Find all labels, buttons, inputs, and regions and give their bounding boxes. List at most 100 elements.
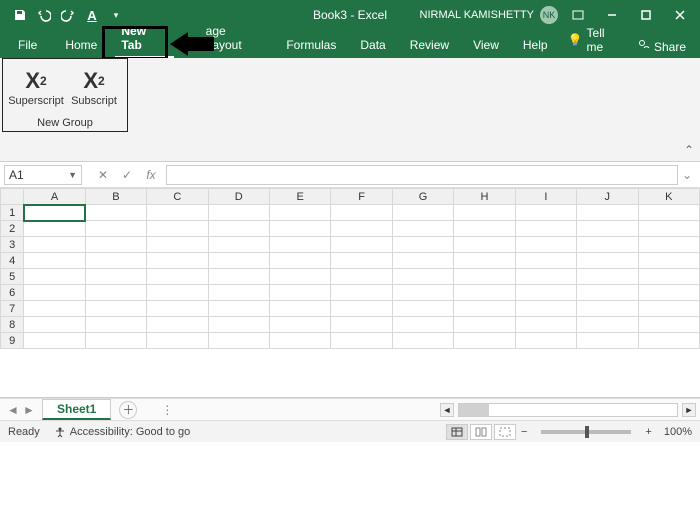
cell[interactable] — [577, 269, 638, 285]
cell[interactable] — [331, 237, 392, 253]
row-header[interactable]: 7 — [1, 301, 24, 317]
cell[interactable] — [454, 285, 515, 301]
cell[interactable] — [392, 205, 453, 221]
column-header[interactable]: E — [269, 189, 330, 205]
save-icon[interactable] — [10, 5, 30, 25]
tell-me[interactable]: 💡 Tell me — [560, 22, 630, 58]
accessibility-status[interactable]: Accessibility: Good to go — [54, 426, 190, 438]
hscroll-right-button[interactable]: ► — [682, 403, 696, 417]
cell[interactable] — [515, 301, 576, 317]
formula-input[interactable] — [166, 165, 678, 185]
cell[interactable] — [85, 333, 146, 349]
column-header[interactable]: J — [577, 189, 638, 205]
cell[interactable] — [147, 237, 208, 253]
cell[interactable] — [454, 317, 515, 333]
hscroll-track[interactable] — [458, 403, 678, 417]
cell[interactable] — [85, 253, 146, 269]
cell[interactable] — [331, 269, 392, 285]
cell[interactable] — [147, 301, 208, 317]
cell[interactable] — [454, 221, 515, 237]
cell[interactable] — [85, 301, 146, 317]
font-color-icon[interactable]: A — [82, 5, 102, 25]
cell[interactable] — [24, 317, 85, 333]
row-header[interactable]: 2 — [1, 221, 24, 237]
cell[interactable] — [147, 269, 208, 285]
cell[interactable] — [577, 285, 638, 301]
cell[interactable] — [577, 237, 638, 253]
column-header[interactable]: G — [392, 189, 453, 205]
cell[interactable] — [85, 237, 146, 253]
cell[interactable] — [331, 317, 392, 333]
cancel-formula-icon[interactable]: ✕ — [94, 166, 112, 184]
cell[interactable] — [269, 301, 330, 317]
cell[interactable] — [515, 237, 576, 253]
cell[interactable] — [147, 253, 208, 269]
cell[interactable] — [331, 253, 392, 269]
cell[interactable] — [85, 205, 146, 221]
row-header[interactable]: 4 — [1, 253, 24, 269]
tab-home[interactable]: Home — [53, 34, 109, 58]
cell[interactable] — [515, 333, 576, 349]
cell[interactable] — [147, 333, 208, 349]
enter-formula-icon[interactable]: ✓ — [118, 166, 136, 184]
cell[interactable] — [331, 285, 392, 301]
cell[interactable] — [454, 301, 515, 317]
tab-help[interactable]: Help — [511, 34, 560, 58]
cell[interactable] — [269, 237, 330, 253]
subscript-button[interactable]: X2 Subscript — [65, 63, 123, 111]
cell[interactable] — [515, 221, 576, 237]
sheet-nav-next-icon[interactable]: ► — [22, 403, 36, 417]
cell[interactable] — [638, 333, 699, 349]
cell[interactable] — [638, 205, 699, 221]
cell[interactable] — [208, 317, 269, 333]
column-header[interactable]: K — [638, 189, 699, 205]
column-header[interactable]: A — [24, 189, 85, 205]
row-header[interactable]: 1 — [1, 205, 24, 221]
user-avatar[interactable]: NK — [540, 6, 558, 24]
cell[interactable] — [638, 285, 699, 301]
cell[interactable] — [577, 205, 638, 221]
zoom-slider[interactable] — [541, 430, 631, 434]
zoom-value[interactable]: 100% — [664, 426, 692, 438]
cell[interactable] — [515, 285, 576, 301]
cell[interactable] — [638, 317, 699, 333]
cell[interactable] — [392, 253, 453, 269]
cell[interactable] — [85, 221, 146, 237]
sheet-nav-prev-icon[interactable]: ◄ — [6, 403, 20, 417]
cell[interactable] — [638, 221, 699, 237]
cell[interactable] — [208, 269, 269, 285]
cell[interactable] — [147, 317, 208, 333]
cell[interactable] — [24, 221, 85, 237]
cell[interactable] — [208, 221, 269, 237]
cell[interactable] — [515, 317, 576, 333]
cell[interactable] — [24, 333, 85, 349]
row-header[interactable]: 9 — [1, 333, 24, 349]
column-header[interactable]: D — [208, 189, 269, 205]
row-header[interactable]: 8 — [1, 317, 24, 333]
spreadsheet-grid[interactable]: ABCDEFGHIJK123456789 — [0, 188, 700, 398]
cell[interactable] — [454, 205, 515, 221]
expand-formula-bar-icon[interactable]: ⌄ — [678, 168, 696, 182]
cell[interactable] — [331, 301, 392, 317]
cell[interactable] — [208, 237, 269, 253]
cell[interactable] — [454, 269, 515, 285]
cell[interactable] — [392, 221, 453, 237]
window-maximize-button[interactable] — [632, 0, 660, 30]
cell[interactable] — [147, 221, 208, 237]
view-normal-button[interactable] — [446, 424, 468, 440]
column-header[interactable]: F — [331, 189, 392, 205]
cell[interactable] — [515, 269, 576, 285]
tab-review[interactable]: Review — [398, 34, 461, 58]
tab-file[interactable]: File — [6, 34, 49, 58]
zoom-slider-knob[interactable] — [585, 426, 589, 438]
cell[interactable] — [515, 253, 576, 269]
cell[interactable] — [392, 317, 453, 333]
cell[interactable] — [638, 301, 699, 317]
row-header[interactable]: 5 — [1, 269, 24, 285]
cell[interactable] — [208, 285, 269, 301]
cell[interactable] — [577, 221, 638, 237]
cell[interactable] — [269, 269, 330, 285]
cell[interactable] — [331, 333, 392, 349]
fx-icon[interactable]: fx — [142, 166, 160, 184]
cell[interactable] — [85, 317, 146, 333]
